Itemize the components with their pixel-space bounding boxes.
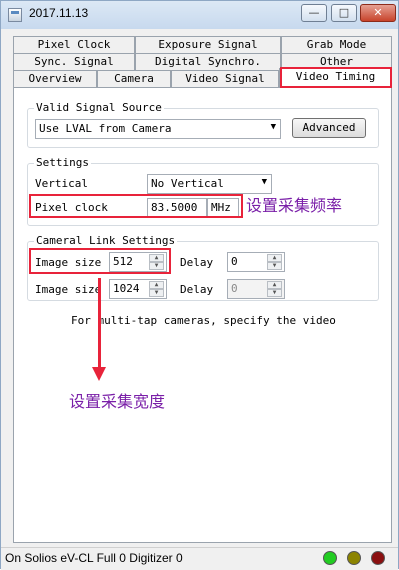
camera-link-group-label: Cameral Link Settings xyxy=(34,234,178,248)
tab-exposure-signal[interactable]: Exposure Signal xyxy=(135,36,281,53)
status-led-olive-icon xyxy=(347,551,361,565)
maximize-button[interactable]: □ xyxy=(331,4,357,22)
tab-sync-signal[interactable]: Sync. Signal xyxy=(13,53,135,70)
tab-overview[interactable]: Overview xyxy=(13,70,97,87)
image-size-label: Image size xyxy=(35,283,102,296)
vertical-label: Vertical xyxy=(35,177,88,190)
maximize-icon: □ xyxy=(338,6,350,19)
image-size-annotation: 设置采集宽度 xyxy=(69,392,166,411)
tab-pixel-clock[interactable]: Pixel Clock xyxy=(13,36,135,53)
tab-label: Sync. Signal xyxy=(34,55,114,68)
app-icon xyxy=(8,8,22,22)
image-size-value: 1024 xyxy=(113,282,140,295)
title-bar[interactable]: 2017.11.13 — □ ✕ xyxy=(1,1,398,29)
advanced-button[interactable]: Advanced xyxy=(292,118,366,138)
valid-signal-group-label: Valid Signal Source xyxy=(34,101,164,115)
app-window: 2017.11.13 — □ ✕ Pixel Clock Exposure Si… xyxy=(0,0,399,570)
vertical-select[interactable]: No Vertical ▼ xyxy=(147,174,272,194)
tab-label: Exposure Signal xyxy=(158,38,258,51)
tab-camera[interactable]: Camera xyxy=(97,70,171,87)
spin-down-icon[interactable]: ▼ xyxy=(267,262,282,270)
delay-value: 0 xyxy=(231,255,238,268)
spin-up-icon[interactable]: ▲ xyxy=(149,281,164,289)
status-led-green-icon xyxy=(323,551,337,565)
tab-grab-mode[interactable]: Grab Mode xyxy=(281,36,392,53)
tab-video-signal[interactable]: Video Signal xyxy=(171,70,279,87)
pixel-clock-annotation: 设置采集频率 xyxy=(246,196,343,215)
signal-source-select[interactable]: Use LVAL from Camera ▼ xyxy=(35,119,281,139)
signal-source-value: Use LVAL from Camera xyxy=(39,122,172,135)
tab-digital-synchro[interactable]: Digital Synchro. xyxy=(135,53,281,70)
spin-up-icon: ▲ xyxy=(267,281,282,289)
annotation-arrow-line xyxy=(98,278,101,370)
settings-group-label: Settings xyxy=(34,156,91,170)
image-size-highlight-box xyxy=(29,248,171,274)
tab-label: Video Signal xyxy=(185,72,265,85)
advanced-button-label: Advanced xyxy=(302,121,356,134)
status-bar: On Solios eV-CL Full 0 Digitizer 0 xyxy=(1,547,398,570)
close-button[interactable]: ✕ xyxy=(360,4,396,22)
spin-up-icon[interactable]: ▲ xyxy=(267,254,282,262)
video-timing-panel: Valid Signal Source Use LVAL from Camera… xyxy=(13,87,392,543)
delay-label: Delay xyxy=(180,256,214,269)
arrow-down-icon xyxy=(92,367,106,381)
tab-label: Pixel Clock xyxy=(37,38,111,51)
tab-highlight-box xyxy=(280,67,392,88)
status-text: On Solios eV-CL Full 0 Digitizer 0 xyxy=(5,551,183,565)
dropdown-arrow-icon: ▼ xyxy=(270,122,276,132)
dropdown-arrow-icon: ▼ xyxy=(261,177,267,187)
minimize-button[interactable]: — xyxy=(301,4,327,22)
status-led-red-icon xyxy=(371,551,385,565)
vertical-value: No Vertical xyxy=(151,177,224,190)
spin-buttons: ▲ ▼ xyxy=(267,280,283,298)
pixel-clock-highlight-box xyxy=(29,194,243,218)
delay-spinner[interactable]: 0 ▲ ▼ xyxy=(227,252,285,272)
tab-label: Digital Synchro. xyxy=(155,55,261,68)
window-title: 2017.11.13 xyxy=(29,6,89,20)
spin-down-icon: ▼ xyxy=(267,289,282,297)
multi-tap-note: For multi-tap cameras, specify the video xyxy=(71,314,336,327)
minimize-icon: — xyxy=(308,6,320,19)
tab-label: Overview xyxy=(28,72,82,85)
close-icon: ✕ xyxy=(373,6,383,19)
tab-label: Camera xyxy=(114,72,154,85)
tab-label: Grab Mode xyxy=(306,38,367,51)
delay-label: Delay xyxy=(180,283,214,296)
delay-spinner-disabled: 0 ▲ ▼ xyxy=(227,279,285,299)
spin-buttons[interactable]: ▲ ▼ xyxy=(267,253,283,271)
spin-down-icon[interactable]: ▼ xyxy=(149,289,164,297)
image-size-spinner[interactable]: 1024 ▲ ▼ xyxy=(109,279,167,299)
spin-buttons[interactable]: ▲ ▼ xyxy=(149,280,165,298)
delay-value: 0 xyxy=(231,282,238,295)
